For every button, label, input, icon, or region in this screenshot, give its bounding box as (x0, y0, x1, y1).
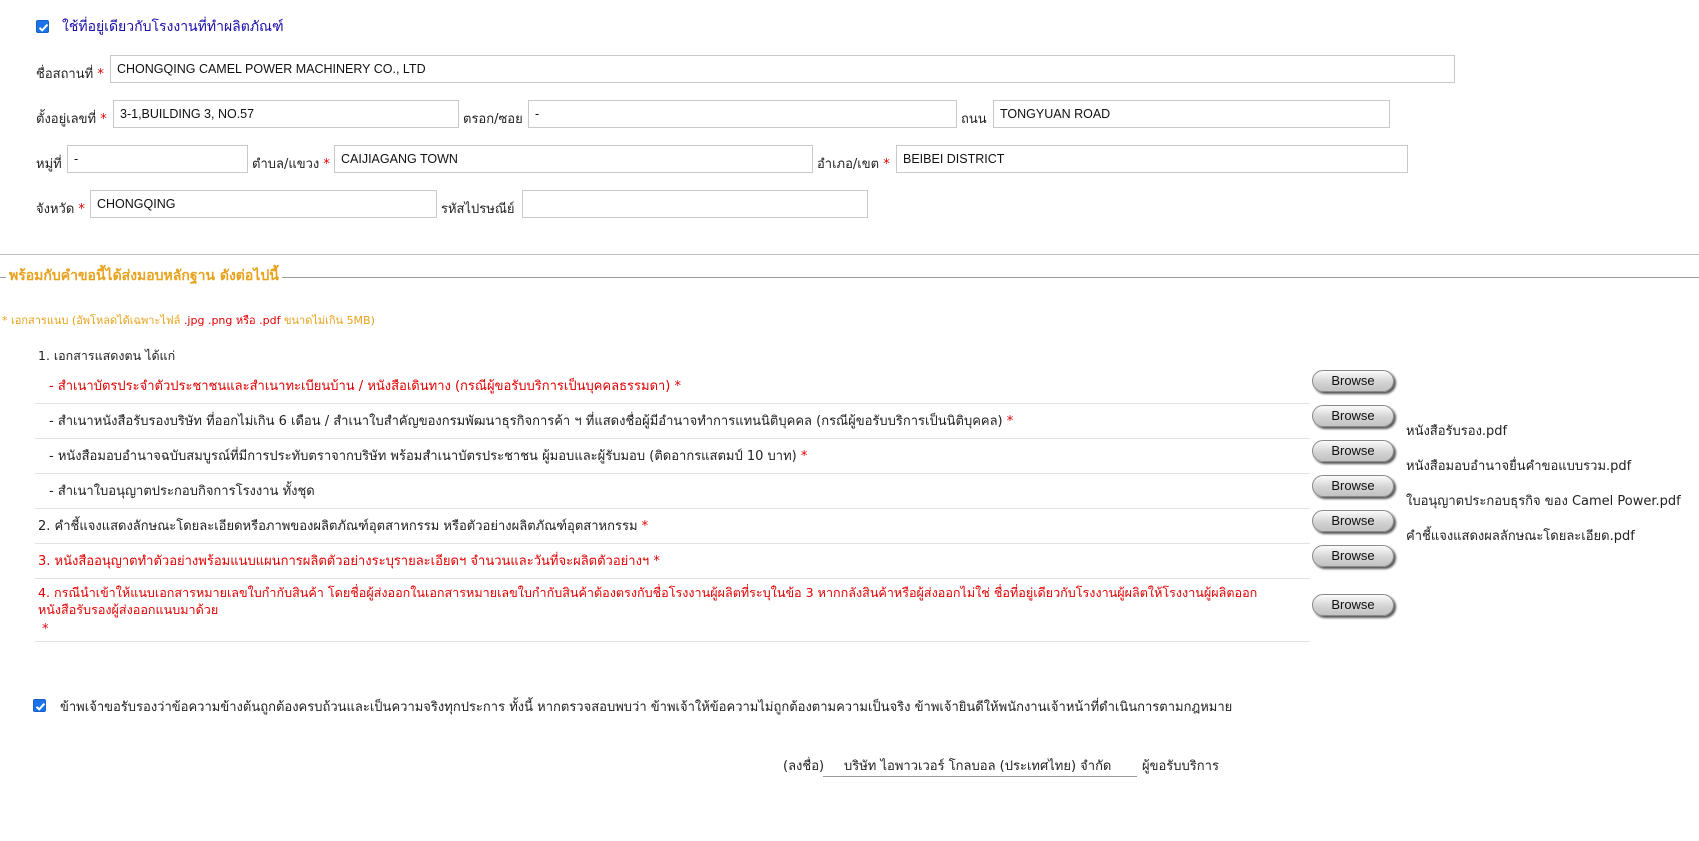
browse-button-company-certificate[interactable]: Browse (1312, 405, 1394, 427)
identity-docs-title: 1. เอกสารแสดงตน ได้แก่ (38, 348, 176, 363)
place-name-label: ชื่อสถานที่ * (36, 67, 104, 82)
row-divider (35, 543, 1310, 544)
row-divider (35, 578, 1310, 579)
row-divider (35, 508, 1310, 509)
browse-button-sample-permit[interactable]: Browse (1312, 545, 1394, 567)
row-divider (35, 473, 1310, 474)
house-number-input[interactable]: 3-1,BUILDING 3, NO.57 (113, 100, 459, 128)
browse-button-power-of-attorney[interactable]: Browse (1312, 440, 1394, 462)
doc-item-id-card: - สำเนาบัตรประจำตัวประชาชนและสำเนาทะเบีย… (49, 379, 682, 394)
certify-statement: ข้าพเจ้าขอรับรองว่าข้อความข้างต้นถูกต้อง… (60, 700, 1233, 715)
uploaded-file-factory-license[interactable]: ใบอนุญาตประกอบธุรกิจ ของ Camel Power.pdf (1406, 490, 1681, 511)
alley-label: ตรอก/ซอย (463, 112, 523, 127)
uploaded-file-product-description[interactable]: คำชี้แจงแสดงผลลักษณะโดยละเอียด.pdf (1406, 525, 1635, 546)
road-input[interactable]: TONGYUAN ROAD (993, 100, 1390, 128)
house-number-label: ตั้งอยู่เลขที่ * (36, 112, 107, 127)
doc-item-invoice-line2: หนังสือรับรองผู้ส่งออกแนบมาด้วย (38, 602, 219, 617)
district-input[interactable]: BEIBEI DISTRICT (896, 145, 1408, 173)
alley-input[interactable]: - (528, 100, 957, 128)
province-label: จังหวัด * (36, 202, 85, 217)
row-divider (35, 438, 1310, 439)
signature-name: บริษัท ไอพาวเวอร์ โกลบอล (ประเทศไทย) จำก… (844, 759, 1112, 774)
same-address-checkbox[interactable] (36, 20, 49, 33)
moo-label: หมู่ที่ (36, 157, 62, 172)
doc-item-company-certificate: - สำเนาหนังสือรับรองบริษัท ที่ออกไม่เกิน… (49, 414, 1014, 429)
signature-line (823, 776, 1137, 777)
uploaded-file-power-of-attorney[interactable]: หนังสือมอบอำนาจยื่นคำขอแบบรวม.pdf (1406, 455, 1631, 476)
district-label: อำเภอ/เขต * (817, 157, 890, 172)
doc-item-sample-permit: 3. หนังสืออนุญาตทำตัวอย่างพร้อมแนบแผนการ… (38, 554, 660, 569)
doc-item-product-description: 2. คำชี้แจงแสดงลักษณะโดยละเอียดหรือภาพขอ… (38, 519, 649, 534)
doc-item-factory-license: - สำเนาใบอนุญาตประกอบกิจการโรงงาน ทั้งชุ… (49, 484, 315, 499)
signature-suffix: ผู้ขอรับบริการ (1142, 759, 1219, 774)
postcode-label: รหัสไปรษณีย์ (441, 202, 515, 217)
uploaded-file-company-certificate[interactable]: หนังสือรับรอง.pdf (1406, 420, 1507, 441)
subdistrict-input[interactable]: CAIJIAGANG TOWN (334, 145, 813, 173)
row-divider (35, 403, 1310, 404)
moo-input[interactable]: - (67, 145, 248, 173)
attachments-section-title: พร้อมกับคำขอนี้ได้ส่งมอบหลักฐาน ดังต่อไป… (6, 265, 282, 287)
section-divider (0, 254, 1699, 255)
subdistrict-label: ตำบล/แขวง * (252, 157, 330, 172)
doc-item-invoice-line1: 4. กรณีนำเข้าให้แนบเอกสารหมายเลขใบกำกับส… (38, 585, 1258, 600)
province-input[interactable]: CHONGQING (90, 190, 437, 218)
signature-prefix: (ลงชื่อ) (783, 759, 825, 774)
row-divider (35, 641, 1310, 642)
doc-item-power-of-attorney: - หนังสือมอบอำนาจฉบับสมบูรณ์ที่มีการประท… (49, 449, 808, 464)
browse-button-id-card[interactable]: Browse (1312, 370, 1394, 392)
browse-button-product-description[interactable]: Browse (1312, 510, 1394, 532)
browse-button-invoice[interactable]: Browse (1312, 594, 1394, 616)
road-label: ถนน (961, 112, 987, 127)
browse-button-factory-license[interactable]: Browse (1312, 475, 1394, 497)
same-address-label: ใช้ที่อยู่เดียวกับโรงงานที่ทำผลิตภัณฑ์ (62, 19, 284, 35)
place-name-input[interactable]: CHONGQING CAMEL POWER MACHINERY CO., LTD (110, 55, 1455, 83)
doc-item-invoice-required: * (42, 622, 49, 637)
postcode-input[interactable] (522, 190, 868, 218)
attachments-note: * เอกสารแนบ (อัพโหลดได้เฉพาะไฟล์ .jpg .p… (2, 314, 375, 327)
certify-checkbox[interactable] (33, 699, 46, 712)
